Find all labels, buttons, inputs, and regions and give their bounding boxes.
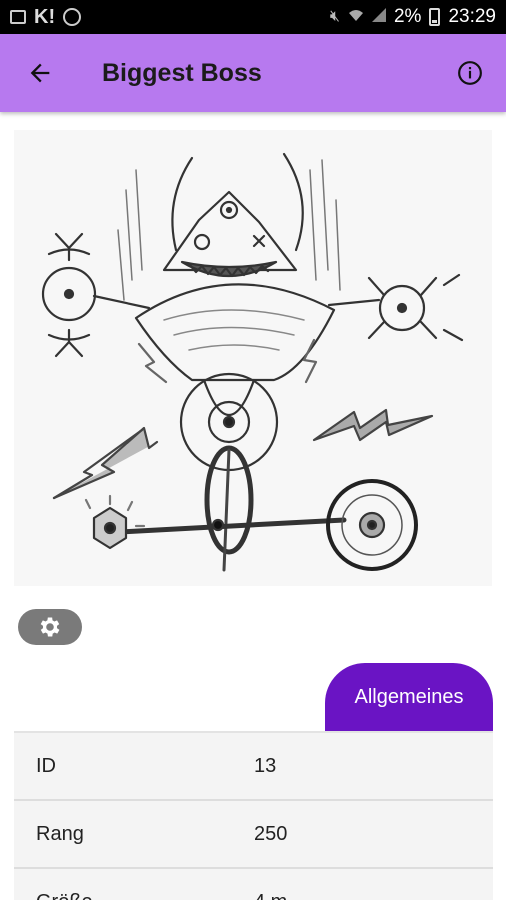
row-value: 13 (254, 754, 277, 777)
whatsapp-icon (63, 8, 82, 26)
boss-drawing (14, 130, 492, 586)
tab-allgemeines[interactable]: Allgemeines (325, 663, 493, 731)
wifi-icon (348, 8, 364, 27)
table-row: ID 13 (14, 733, 493, 801)
page-title: Biggest Boss (102, 58, 262, 87)
gallery-icon (10, 10, 26, 24)
battery-icon (429, 8, 441, 26)
settings-button[interactable] (18, 609, 82, 645)
row-value: 250 (254, 822, 288, 845)
row-value: 4 m (254, 891, 493, 900)
back-button[interactable] (12, 45, 68, 101)
battery-percent: 2% (393, 6, 422, 27)
status-left: K! (10, 5, 82, 29)
status-right: 🔇︎ 2% 23:29 (330, 6, 496, 28)
table-row: Rang 250 (14, 801, 493, 869)
row-key: ID (36, 754, 56, 777)
row-key: Rang (36, 822, 84, 845)
clock: 23:29 (448, 6, 496, 27)
app-bar: Biggest Boss (0, 34, 506, 112)
mute-icon: 🔇︎ (329, 8, 340, 25)
row-key: Größe (14, 891, 254, 900)
gear-icon (40, 617, 60, 637)
details-table: ID 13 Rang 250 Größe 4 m (14, 731, 493, 900)
signal-icon (371, 7, 386, 27)
arrow-back-icon (30, 63, 50, 83)
status-bar: K! 🔇︎ 2% 23:29 (0, 0, 506, 34)
info-button[interactable] (448, 51, 492, 95)
info-icon (458, 61, 482, 85)
table-row: Größe 4 m (14, 869, 493, 900)
k-app-icon: K! (34, 5, 56, 28)
